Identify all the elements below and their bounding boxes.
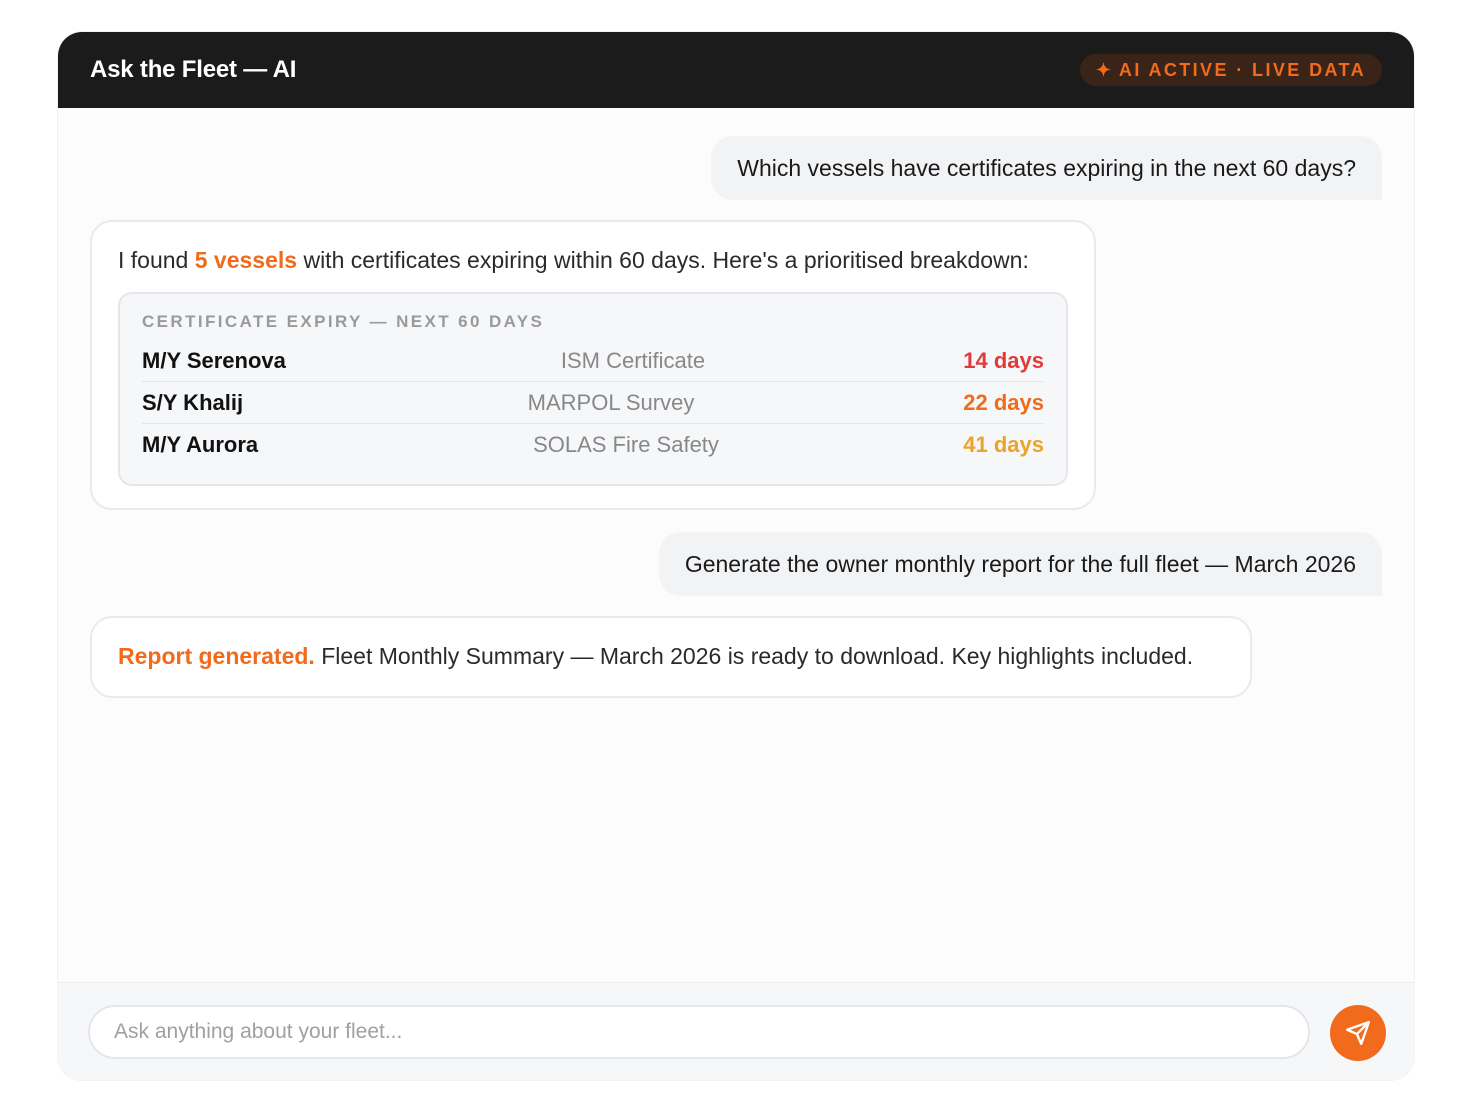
status-badge-text: AI ACTIVE · LIVE DATA <box>1118 59 1366 80</box>
send-button[interactable] <box>1330 1005 1386 1061</box>
user-message-text: Generate the owner monthly report for th… <box>684 550 1356 577</box>
days-remaining: 14 days <box>963 347 1044 373</box>
days-remaining: 22 days <box>963 389 1044 415</box>
vessel-name: M/Y Aurora <box>142 432 259 457</box>
days-remaining: 41 days <box>963 432 1044 457</box>
report-generated-highlight: Report generated. <box>118 643 315 669</box>
header-title: Ask the Fleet — AI <box>90 56 297 83</box>
chat-window: Ask the Fleet — AI ✦ AI ACTIVE · LIVE DA… <box>58 32 1414 1080</box>
composer-bar <box>58 982 1414 1080</box>
user-message: Generate the owner monthly report for th… <box>658 532 1382 596</box>
status-badge: ✦ AI ACTIVE · LIVE DATA <box>1079 54 1382 86</box>
certificate-row: M/Y Aurora SOLAS Fire Safety 41 days <box>142 424 1044 466</box>
certificate-type: ISM Certificate <box>560 347 706 373</box>
ai-message-text: I found 5 vessels with certificates expi… <box>118 242 1068 278</box>
certificate-type: MARPOL Survey <box>527 389 695 415</box>
ai-message-text-part: I found <box>118 247 195 273</box>
certificate-expiry-card: CERTIFICATE EXPIRY — NEXT 60 DAYS M/Y Se… <box>118 292 1068 486</box>
vessel-count-highlight: 5 vessels <box>194 247 298 273</box>
ai-message: Report generated. Fleet Monthly Summary … <box>90 616 1252 698</box>
chat-header: Ask the Fleet — AI ✦ AI ACTIVE · LIVE DA… <box>58 32 1414 108</box>
user-message: Which vessels have certificates expiring… <box>711 136 1382 200</box>
vessel-name: S/Y Khalij <box>142 389 244 415</box>
ai-message-text-part: with certificates expiring within 60 day… <box>297 247 1029 273</box>
ask-input[interactable] <box>88 1005 1310 1059</box>
user-message-text: Which vessels have certificates expiring… <box>737 154 1356 181</box>
sparkle-icon: ✦ <box>1095 59 1111 80</box>
vessel-name: M/Y Serenova <box>142 347 286 373</box>
send-icon <box>1345 1020 1371 1046</box>
ai-message: I found 5 vessels with certificates expi… <box>90 220 1096 510</box>
certificate-row: S/Y Khalij MARPOL Survey 22 days <box>142 382 1044 424</box>
ai-message-text-part: Fleet Monthly Summary — March 2026 is re… <box>314 643 1194 669</box>
certificate-card-title: CERTIFICATE EXPIRY — NEXT 60 DAYS <box>142 312 545 331</box>
certificate-row: M/Y Serenova ISM Certificate 14 days <box>142 340 1044 382</box>
certificate-type: SOLAS Fire Safety <box>533 432 719 457</box>
